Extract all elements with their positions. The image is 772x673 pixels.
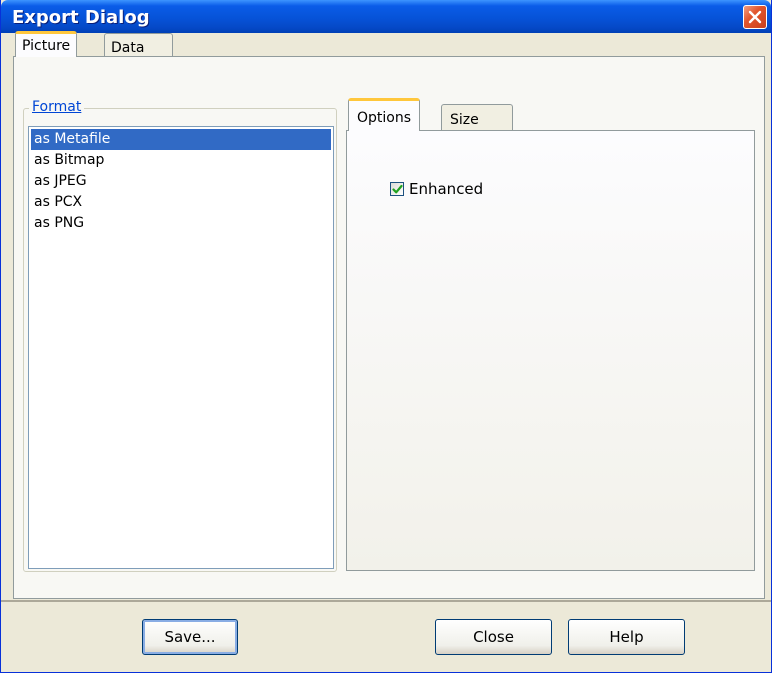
tab-data[interactable]: Data bbox=[104, 33, 173, 57]
tab-size-label: Size bbox=[450, 112, 479, 128]
help-button-label: Help bbox=[609, 628, 644, 646]
list-item-jpeg[interactable]: as JPEG bbox=[31, 171, 331, 192]
format-group-label: Format bbox=[29, 99, 85, 115]
save-button-label: Save... bbox=[164, 628, 216, 646]
list-item-pcx[interactable]: as PCX bbox=[31, 192, 331, 213]
list-item-bitmap[interactable]: as Bitmap bbox=[31, 150, 331, 171]
window-title: Export Dialog bbox=[12, 7, 150, 28]
close-button[interactable]: Close bbox=[435, 619, 552, 655]
format-legend-text: Format bbox=[32, 99, 82, 115]
tab-picture[interactable]: Picture bbox=[15, 31, 78, 57]
format-listbox[interactable]: as Metafile as Bitmap as JPEG as PCX as … bbox=[28, 126, 334, 569]
options-tab-panel bbox=[346, 130, 755, 571]
tab-size[interactable]: Size bbox=[441, 104, 513, 131]
help-button[interactable]: Help bbox=[568, 619, 685, 655]
tab-picture-label: Picture bbox=[22, 38, 71, 54]
export-dialog-window: Export Dialog Picture Data Format as Met… bbox=[0, 0, 772, 673]
list-item-png[interactable]: as PNG bbox=[31, 213, 331, 234]
checkmark-icon bbox=[392, 184, 403, 194]
enhanced-checkbox[interactable] bbox=[390, 182, 404, 196]
close-icon bbox=[748, 10, 762, 24]
bottom-separator bbox=[1, 600, 771, 602]
title-bar[interactable]: Export Dialog bbox=[1, 0, 771, 33]
close-window-button[interactable] bbox=[743, 5, 767, 29]
tab-options[interactable]: Options bbox=[348, 98, 421, 131]
tab-options-label: Options bbox=[357, 110, 412, 126]
list-item-metafile[interactable]: as Metafile bbox=[31, 129, 331, 150]
close-button-label: Close bbox=[473, 628, 514, 646]
save-button[interactable]: Save... bbox=[142, 619, 238, 655]
enhanced-checkbox-label[interactable]: Enhanced bbox=[409, 180, 483, 198]
tab-data-label: Data bbox=[111, 40, 145, 56]
